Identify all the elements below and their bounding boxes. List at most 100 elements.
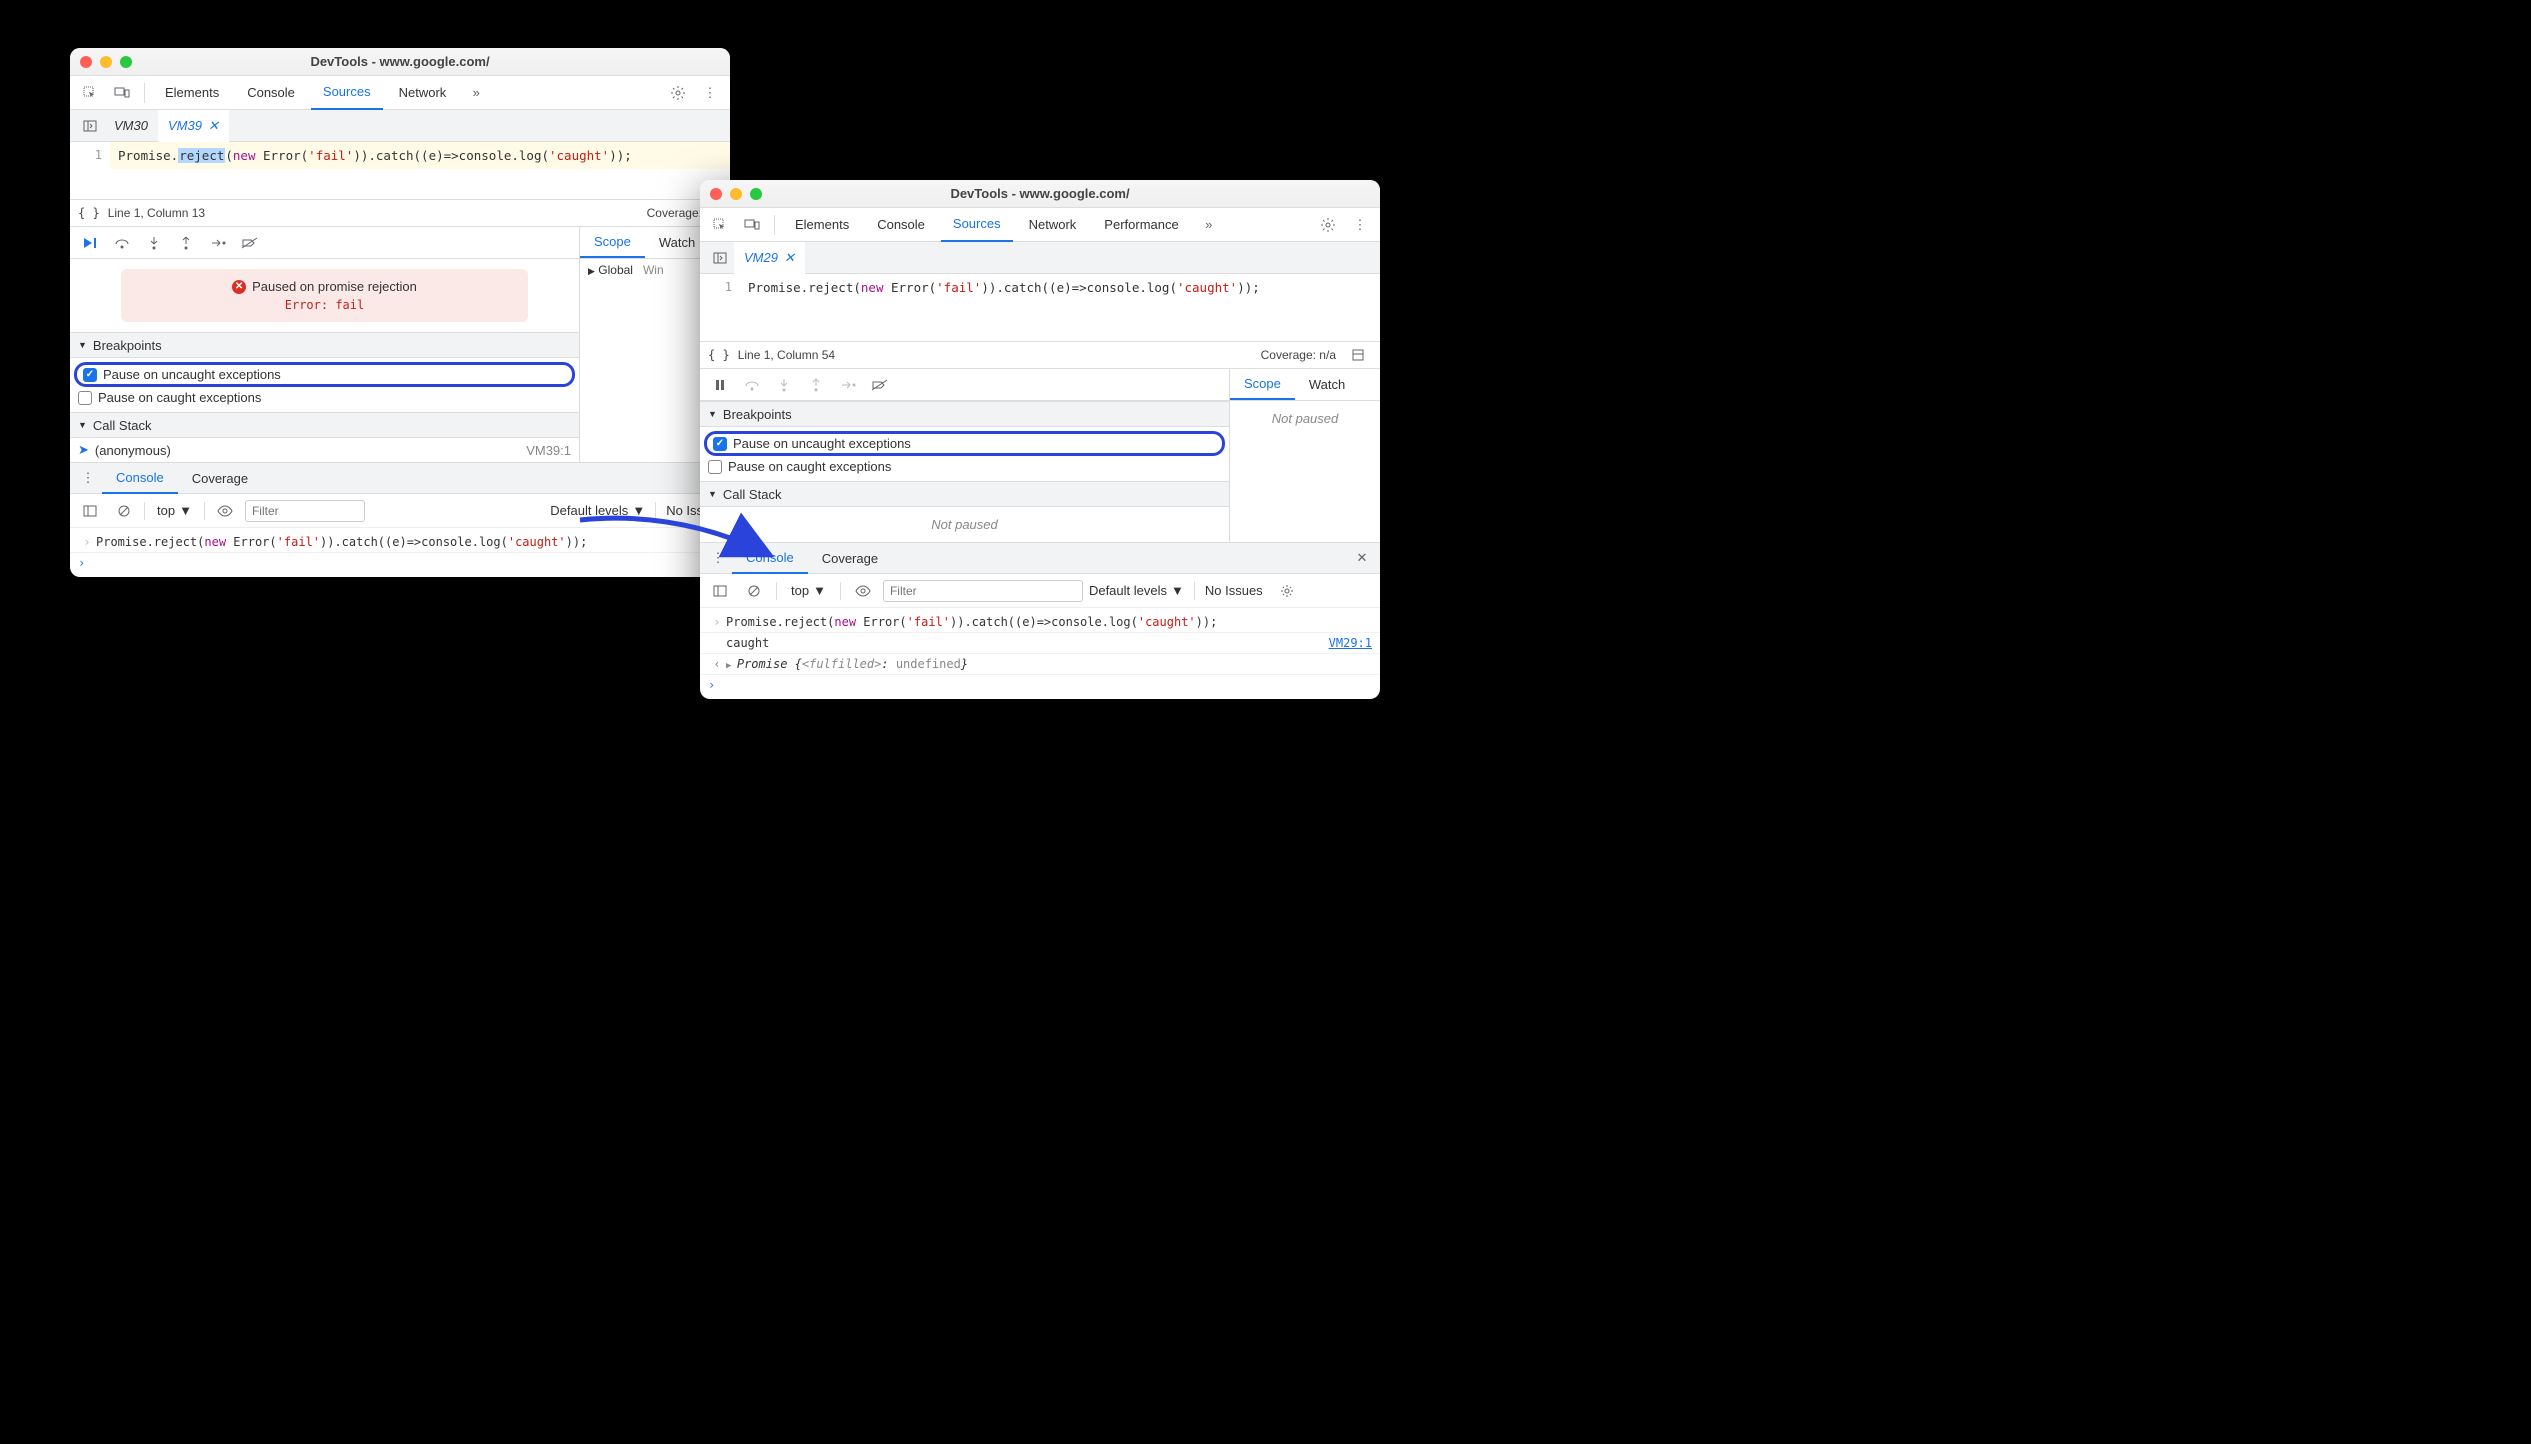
drawer-tab-coverage[interactable]: Coverage bbox=[808, 542, 892, 574]
code-line[interactable]: Promise.reject(new Error('fail')).catch(… bbox=[740, 274, 1380, 301]
console-prompt[interactable]: › bbox=[700, 675, 1380, 695]
step-out-icon[interactable] bbox=[172, 229, 200, 257]
tab-sources[interactable]: Sources bbox=[941, 208, 1013, 242]
checkbox-icon[interactable] bbox=[713, 437, 727, 451]
deactivate-breakpoints-icon[interactable] bbox=[236, 229, 264, 257]
braces-icon[interactable]: { } bbox=[708, 348, 730, 362]
eye-icon[interactable] bbox=[849, 577, 877, 605]
filter-input[interactable] bbox=[245, 500, 365, 522]
breakpoints-header[interactable]: ▼Breakpoints bbox=[700, 401, 1229, 427]
close-icon[interactable]: ✕ bbox=[784, 250, 795, 266]
device-icon[interactable] bbox=[108, 79, 136, 107]
gear-icon[interactable] bbox=[1314, 211, 1342, 239]
editor-statusbar: { } Line 1, Column 13 Coverage: n/a bbox=[70, 199, 730, 227]
deactivate-breakpoints-icon[interactable] bbox=[866, 371, 894, 399]
tab-network[interactable]: Network bbox=[387, 76, 459, 110]
code-editor[interactable]: 1 Promise.reject(new Error('fail')).catc… bbox=[700, 274, 1380, 301]
sidebar-toggle-icon[interactable] bbox=[706, 577, 734, 605]
step-over-icon bbox=[738, 371, 766, 399]
minimize-icon[interactable] bbox=[730, 188, 742, 200]
source-link[interactable]: VM29:1 bbox=[1329, 636, 1372, 650]
log-levels-selector[interactable]: Default levels ▼ bbox=[1089, 583, 1184, 598]
more-tabs-icon[interactable]: » bbox=[462, 79, 490, 107]
more-tabs-icon[interactable]: » bbox=[1195, 211, 1223, 239]
kebab-icon[interactable]: ⋮ bbox=[74, 464, 102, 492]
traffic-lights[interactable] bbox=[80, 56, 132, 68]
breakpoint-pause-uncaught[interactable]: Pause on uncaught exceptions bbox=[704, 431, 1225, 456]
breakpoint-pause-uncaught[interactable]: Pause on uncaught exceptions bbox=[74, 362, 575, 387]
issues-count[interactable]: No Issues bbox=[1205, 583, 1263, 598]
breakpoint-pause-caught[interactable]: Pause on caught exceptions bbox=[700, 456, 1229, 477]
file-tab-vm39[interactable]: VM39✕ bbox=[158, 110, 229, 142]
sidebar-toggle-icon[interactable] bbox=[76, 497, 104, 525]
kebab-icon[interactable]: ⋮ bbox=[696, 79, 724, 107]
tab-console[interactable]: Console bbox=[235, 76, 307, 110]
navigator-toggle-icon[interactable] bbox=[76, 112, 104, 140]
file-tab-vm29[interactable]: VM29✕ bbox=[734, 242, 805, 274]
tab-scope[interactable]: Scope bbox=[580, 227, 645, 258]
gear-icon[interactable] bbox=[664, 79, 692, 107]
device-icon[interactable] bbox=[738, 211, 766, 239]
titlebar[interactable]: DevTools - www.google.com/ bbox=[70, 48, 730, 76]
tab-elements[interactable]: Elements bbox=[783, 208, 861, 242]
devtools-window-right: DevTools - www.google.com/ Elements Cons… bbox=[700, 180, 1380, 699]
pause-icon[interactable] bbox=[706, 371, 734, 399]
titlebar[interactable]: DevTools - www.google.com/ bbox=[700, 180, 1380, 208]
filter-input[interactable] bbox=[883, 580, 1083, 602]
file-tab-vm30[interactable]: VM30 bbox=[104, 110, 158, 142]
context-selector[interactable]: top ▼ bbox=[151, 501, 198, 520]
drawer-tab-console[interactable]: Console bbox=[732, 542, 808, 574]
code-editor[interactable]: 1 Promise.reject(new Error('fail')).catc… bbox=[70, 142, 730, 169]
step-into-icon[interactable] bbox=[140, 229, 168, 257]
inspect-icon[interactable] bbox=[706, 211, 734, 239]
zoom-icon[interactable] bbox=[120, 56, 132, 68]
drawer-tab-coverage[interactable]: Coverage bbox=[178, 462, 262, 494]
tab-scope[interactable]: Scope bbox=[1230, 369, 1295, 400]
close-icon[interactable] bbox=[710, 188, 722, 200]
tab-watch[interactable]: Watch bbox=[1295, 369, 1359, 400]
checkbox-icon[interactable] bbox=[708, 460, 722, 474]
traffic-lights[interactable] bbox=[710, 188, 762, 200]
stack-frame-location[interactable]: VM39:1 bbox=[526, 443, 571, 458]
expand-icon[interactable] bbox=[1344, 341, 1372, 369]
zoom-icon[interactable] bbox=[750, 188, 762, 200]
step-over-icon[interactable] bbox=[108, 229, 136, 257]
drawer-tab-console[interactable]: Console bbox=[102, 462, 178, 494]
checkbox-icon[interactable] bbox=[83, 368, 97, 382]
callstack-header[interactable]: ▼Call Stack bbox=[700, 481, 1229, 507]
kebab-icon[interactable]: ⋮ bbox=[704, 544, 732, 572]
breakpoint-pause-caught[interactable]: Pause on caught exceptions bbox=[70, 387, 579, 408]
inspect-icon[interactable] bbox=[76, 79, 104, 107]
code-line[interactable]: Promise.reject(new Error('fail')).catch(… bbox=[110, 142, 730, 169]
breakpoint-label: Pause on uncaught exceptions bbox=[103, 367, 281, 382]
checkbox-icon[interactable] bbox=[78, 391, 92, 405]
kebab-icon[interactable]: ⋮ bbox=[1346, 211, 1374, 239]
clear-console-icon[interactable] bbox=[110, 497, 138, 525]
eye-icon[interactable] bbox=[211, 497, 239, 525]
stack-frame[interactable]: ➤ (anonymous) VM39:1 bbox=[70, 438, 579, 462]
log-levels-selector[interactable]: Default levels ▼ bbox=[550, 503, 645, 518]
console-prompt[interactable]: › bbox=[70, 553, 730, 573]
callstack-header[interactable]: ▼Call Stack bbox=[70, 412, 579, 438]
close-icon[interactable] bbox=[80, 56, 92, 68]
tab-console[interactable]: Console bbox=[865, 208, 937, 242]
coverage-status: Coverage: n/a bbox=[1261, 348, 1336, 362]
gear-icon[interactable] bbox=[1273, 577, 1301, 605]
braces-icon[interactable]: { } bbox=[78, 206, 100, 220]
navigator-toggle-icon[interactable] bbox=[706, 244, 734, 272]
resume-icon[interactable] bbox=[76, 229, 104, 257]
console-body[interactable]: › Promise.reject(new Error('fail')).catc… bbox=[70, 528, 730, 577]
separator bbox=[774, 215, 775, 235]
tab-elements[interactable]: Elements bbox=[153, 76, 231, 110]
tab-performance[interactable]: Performance bbox=[1092, 208, 1190, 242]
minimize-icon[interactable] bbox=[100, 56, 112, 68]
step-icon[interactable] bbox=[204, 229, 232, 257]
close-drawer-icon[interactable]: ✕ bbox=[1348, 544, 1376, 572]
tab-sources[interactable]: Sources bbox=[311, 76, 383, 110]
close-icon[interactable]: ✕ bbox=[208, 118, 219, 134]
context-selector[interactable]: top ▼ bbox=[785, 581, 832, 600]
tab-network[interactable]: Network bbox=[1017, 208, 1089, 242]
clear-console-icon[interactable] bbox=[740, 577, 768, 605]
console-body[interactable]: › Promise.reject(new Error('fail')).catc… bbox=[700, 608, 1380, 699]
breakpoints-header[interactable]: ▼Breakpoints bbox=[70, 332, 579, 358]
